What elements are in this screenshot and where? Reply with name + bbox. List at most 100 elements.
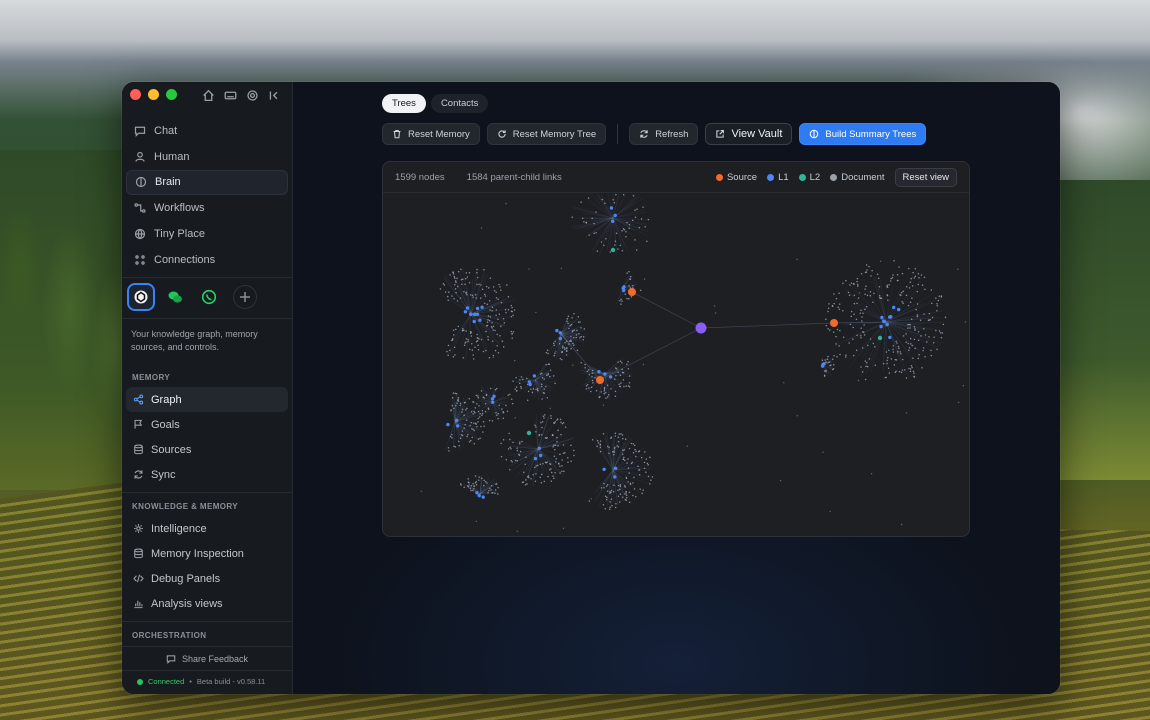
document-node: [526, 383, 529, 386]
document-node: [451, 404, 454, 407]
knowledge-graph-canvas[interactable]: [383, 194, 970, 537]
document-node: [490, 326, 493, 328]
openai-icon: [134, 290, 148, 304]
document-node: [649, 482, 651, 485]
document-node: [579, 337, 581, 339]
document-node: [566, 350, 568, 353]
document-node: [615, 232, 618, 234]
document-node: [516, 530, 518, 533]
document-node: [626, 363, 628, 366]
document-node: [502, 417, 505, 420]
view-tabs: Trees Contacts: [382, 94, 489, 113]
document-node: [627, 458, 629, 460]
document-node: [469, 294, 472, 296]
gear-icon[interactable]: [246, 89, 259, 102]
document-node: [924, 355, 926, 358]
document-node: [453, 297, 455, 300]
document-node: [637, 465, 639, 467]
document-node: [473, 429, 476, 432]
trash-icon: [393, 130, 401, 139]
document-node: [610, 491, 612, 494]
document-node: [892, 351, 895, 353]
tab-trees[interactable]: Trees: [382, 94, 426, 113]
close-window-button[interactable]: [130, 89, 141, 100]
document-node: [485, 325, 488, 327]
document-node: [866, 269, 868, 271]
channel-list: [127, 283, 257, 311]
nav-item-tiny-place[interactable]: Tiny Place: [126, 221, 288, 247]
document-node: [539, 373, 542, 375]
connections-icon: [135, 255, 145, 265]
document-node: [629, 278, 631, 280]
document-node: [471, 342, 473, 345]
memory-nav: Graph Goals Sources Sync: [126, 387, 288, 487]
document-node: [825, 324, 828, 327]
sub-nav-graph[interactable]: Graph: [126, 387, 288, 412]
graph-link: [612, 211, 647, 219]
l1-node: [885, 322, 889, 327]
document-node: [512, 441, 514, 444]
sub-nav-analysis-views[interactable]: Analysis views: [126, 591, 288, 616]
nav-item-connections[interactable]: Connections: [126, 247, 288, 273]
document-node: [887, 299, 889, 301]
document-node: [896, 274, 899, 276]
nav-item-human[interactable]: Human: [126, 144, 288, 170]
channel-openai[interactable]: [127, 283, 155, 311]
database-icon: [134, 444, 143, 455]
document-node: [916, 303, 919, 305]
document-node: [535, 430, 537, 433]
sub-nav-sync[interactable]: Sync: [126, 462, 288, 487]
document-node: [459, 404, 461, 407]
document-node: [560, 421, 562, 424]
document-node: [610, 489, 613, 492]
document-node: [475, 423, 477, 425]
share-feedback-button[interactable]: Share Feedback: [122, 654, 292, 664]
document-node: [941, 332, 944, 334]
document-node: [448, 291, 450, 293]
document-node: [550, 417, 552, 420]
document-node: [456, 402, 458, 404]
nav-item-label: Tiny Place: [154, 228, 205, 241]
document-node: [635, 249, 638, 251]
sub-nav-memory-inspection[interactable]: Memory Inspection: [126, 541, 288, 566]
document-node: [886, 284, 889, 286]
document-node: [611, 505, 613, 507]
reset-memory-button[interactable]: Reset Memory: [382, 123, 480, 145]
sub-nav-goals[interactable]: Goals: [126, 412, 288, 437]
sub-nav-debug-panels[interactable]: Debug Panels: [126, 566, 288, 591]
nav-item-brain[interactable]: Brain: [126, 169, 288, 196]
document-node: [614, 240, 617, 242]
sub-nav-sources[interactable]: Sources: [126, 437, 288, 462]
refresh-button[interactable]: Refresh: [629, 123, 699, 145]
reset-memory-tree-button[interactable]: Reset Memory Tree: [486, 123, 607, 145]
sub-nav-intelligence[interactable]: Intelligence: [126, 516, 288, 541]
channel-whatsapp[interactable]: [195, 283, 223, 311]
keyboard-icon[interactable]: [224, 89, 237, 102]
collapse-sidebar-icon[interactable]: [268, 89, 281, 102]
document-node: [591, 372, 594, 374]
document-node: [900, 291, 903, 294]
document-node: [936, 304, 939, 307]
minimize-window-button[interactable]: [148, 89, 159, 100]
document-node: [420, 490, 422, 493]
tab-contacts[interactable]: Contacts: [430, 94, 489, 113]
reset-view-button[interactable]: Reset view: [894, 167, 957, 187]
document-node: [620, 433, 622, 435]
document-node: [497, 298, 499, 300]
document-node: [604, 507, 607, 510]
l1-node: [456, 424, 460, 428]
document-node: [623, 228, 626, 231]
add-channel-button[interactable]: [233, 285, 257, 309]
maximize-window-button[interactable]: [166, 89, 177, 100]
document-node: [591, 439, 594, 441]
channel-wechat[interactable]: [161, 283, 189, 311]
nav-item-workflows[interactable]: Workflows: [126, 195, 288, 221]
workflow-icon: [134, 203, 146, 214]
document-node: [472, 482, 474, 485]
build-summary-trees-button[interactable]: Build Summary Trees: [799, 123, 927, 145]
section-label-orchestration: ORCHESTRATION: [132, 631, 207, 640]
home-icon[interactable]: [202, 89, 215, 102]
nav-item-chat[interactable]: Chat: [126, 118, 288, 144]
document-node: [908, 347, 911, 349]
view-vault-button[interactable]: View Vault: [705, 123, 793, 145]
